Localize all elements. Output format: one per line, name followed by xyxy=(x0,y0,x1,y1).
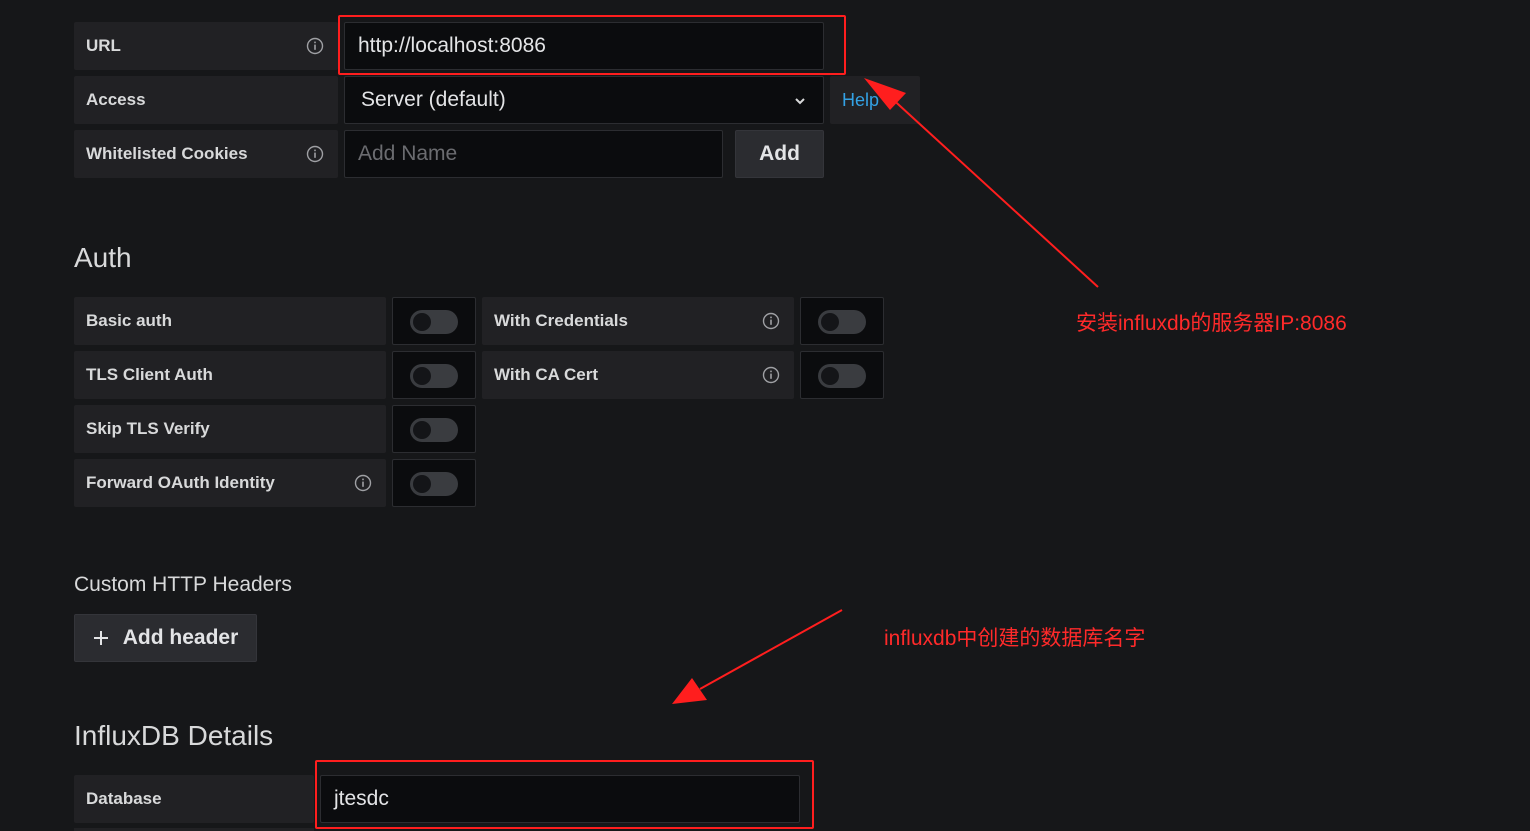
with-credentials-label-text: With Credentials xyxy=(494,311,628,330)
database-label: Database xyxy=(74,775,314,823)
cookies-label: Whitelisted Cookies xyxy=(74,130,338,178)
info-icon[interactable] xyxy=(762,312,780,330)
access-label: Access xyxy=(74,76,338,124)
with-credentials-toggle-box xyxy=(800,297,884,345)
database-highlight-box xyxy=(315,760,814,829)
cookie-name-placeholder: Add Name xyxy=(358,142,458,165)
with-ca-cert-label-text: With CA Cert xyxy=(494,365,599,384)
database-arrow-head xyxy=(672,678,707,704)
toggle-knob xyxy=(413,367,431,385)
cookies-label-text: Whitelisted Cookies xyxy=(86,144,248,163)
add-cookie-button-label: Add xyxy=(759,142,800,165)
tls-client-auth-toggle[interactable] xyxy=(410,364,458,388)
plus-icon xyxy=(93,631,108,645)
cookie-name-input[interactable]: Add Name xyxy=(344,130,723,178)
add-header-button[interactable]: Add header xyxy=(74,614,257,662)
toggle-knob xyxy=(413,475,431,493)
help-button[interactable]: Help xyxy=(830,76,920,124)
skip-tls-verify-toggle-box xyxy=(392,405,476,453)
basic-auth-label-text: Basic auth xyxy=(86,311,172,330)
server-ip-annotation: 安装influxdb的服务器IP:8086 xyxy=(1076,312,1347,335)
url-label: URL xyxy=(74,22,338,70)
chevron-down-icon xyxy=(795,98,805,105)
toggle-knob xyxy=(821,367,839,385)
basic-auth-label: Basic auth xyxy=(74,297,386,345)
forward-oauth-label: Forward OAuth Identity xyxy=(74,459,386,507)
database-arrow-line xyxy=(699,609,843,690)
access-label-text: Access xyxy=(86,90,146,109)
add-cookie-button[interactable]: Add xyxy=(735,130,824,178)
tls-client-auth-label: TLS Client Auth xyxy=(74,351,386,399)
access-select-value: Server (default) xyxy=(361,88,506,111)
url-label-text: URL xyxy=(86,36,121,55)
with-credentials-toggle[interactable] xyxy=(818,310,866,334)
info-icon[interactable] xyxy=(306,37,324,55)
chevron-right-icon xyxy=(888,95,895,105)
url-highlight-box xyxy=(338,15,846,75)
info-icon[interactable] xyxy=(762,366,780,384)
with-credentials-label: With Credentials xyxy=(482,297,794,345)
toggle-knob xyxy=(413,313,431,331)
database-label-text: Database xyxy=(86,789,162,808)
database-name-annotation: influxdb中创建的数据库名字 xyxy=(884,627,1146,650)
url-arrow-line xyxy=(887,94,1099,288)
access-select[interactable]: Server (default) xyxy=(344,76,824,124)
info-icon[interactable] xyxy=(354,474,372,492)
toggle-knob xyxy=(821,313,839,331)
basic-auth-toggle[interactable] xyxy=(410,310,458,334)
tls-client-auth-toggle-box xyxy=(392,351,476,399)
with-ca-cert-label: With CA Cert xyxy=(482,351,794,399)
basic-auth-toggle-box xyxy=(392,297,476,345)
help-button-label: Help xyxy=(842,89,880,110)
skip-tls-verify-label-text: Skip TLS Verify xyxy=(86,419,210,438)
toggle-knob xyxy=(413,421,431,439)
skip-tls-verify-label: Skip TLS Verify xyxy=(74,405,386,453)
forward-oauth-toggle[interactable] xyxy=(410,472,458,496)
tls-client-auth-label-text: TLS Client Auth xyxy=(86,365,213,384)
skip-tls-verify-toggle[interactable] xyxy=(410,418,458,442)
forward-oauth-label-text: Forward OAuth Identity xyxy=(86,473,275,492)
add-header-button-label: Add header xyxy=(122,626,239,649)
custom-headers-title: Custom HTTP Headers xyxy=(74,573,292,596)
influxdb-details-title: InfluxDB Details xyxy=(74,720,274,751)
info-icon[interactable] xyxy=(306,145,324,163)
forward-oauth-toggle-box xyxy=(392,459,476,507)
auth-title: Auth xyxy=(74,242,132,273)
with-ca-cert-toggle-box xyxy=(800,351,884,399)
with-ca-cert-toggle[interactable] xyxy=(818,364,866,388)
